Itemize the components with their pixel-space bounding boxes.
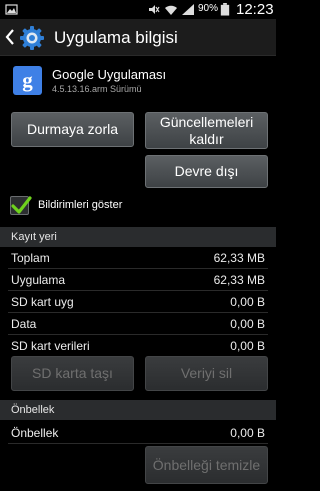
row-value: 0,00 B (230, 317, 265, 331)
battery-percent: 90% (198, 3, 219, 14)
checkmark-icon (11, 196, 32, 214)
google-app-icon: g (13, 66, 42, 95)
silent-mode-icon (149, 5, 160, 14)
action-bar: Uygulama bilgisi (0, 19, 276, 56)
divider (8, 443, 268, 444)
force-stop-button[interactable]: Durmaya zorla (11, 112, 134, 147)
row-value: 0,00 B (230, 295, 265, 309)
storage-row-sd-app: SD kart uyg 0,00 B (0, 294, 276, 310)
row-label: Toplam (11, 251, 50, 265)
disable-button[interactable]: Devre dışı (145, 155, 268, 188)
row-value: 0,00 B (230, 426, 265, 440)
divider (8, 268, 268, 269)
row-label: SD kart uyg (11, 295, 74, 309)
row-label: SD kart verileri (11, 339, 90, 353)
app-icon-letter: g (22, 68, 33, 92)
storage-row-data: Data 0,00 B (0, 316, 276, 332)
storage-section-title: Kayıt yeri (11, 231, 57, 243)
row-label: Data (11, 317, 37, 331)
chevron-left-icon[interactable] (5, 29, 15, 45)
row-label: Önbellek (11, 426, 59, 440)
show-notifications-label[interactable]: Bildirimleri göster (38, 199, 122, 211)
divider (8, 312, 268, 313)
clear-cache-button[interactable]: Önbelleği temizle (145, 446, 268, 484)
clock: 12:23 (236, 1, 274, 18)
battery-icon (220, 3, 230, 16)
wifi-icon (165, 5, 177, 15)
clear-data-button[interactable]: Veriyi sil (145, 356, 268, 391)
status-bar: 90% 12:23 (0, 0, 276, 19)
row-value: 62,33 MB (213, 273, 265, 287)
row-label: Uygulama (11, 273, 66, 287)
app-name: Google Uygulaması (52, 67, 167, 82)
storage-section-header: Kayıt yeri (0, 227, 276, 247)
storage-row-app: Uygulama 62,33 MB (0, 272, 276, 288)
cache-section-title: Önbellek (11, 404, 55, 416)
divider (8, 334, 268, 335)
app-version: 4.5.13.16.arm Sürümü (52, 84, 142, 94)
signal-icon (182, 4, 194, 15)
row-value: 62,33 MB (213, 251, 265, 265)
gear-icon[interactable] (18, 24, 46, 52)
gallery-icon (5, 4, 18, 15)
page-title: Uygulama bilgisi (54, 28, 178, 47)
move-to-sd-button[interactable]: SD karta taşı (11, 356, 134, 391)
show-notifications-checkbox[interactable] (10, 196, 32, 215)
cache-section-header: Önbellek (0, 400, 276, 420)
uninstall-updates-button[interactable]: Güncellemeleri kaldır (145, 112, 268, 149)
cache-row: Önbellek 0,00 B (0, 425, 276, 441)
divider (8, 290, 268, 291)
storage-row-sd-data: SD kart verileri 0,00 B (0, 338, 276, 354)
row-value: 0,00 B (230, 339, 265, 353)
storage-row-total: Toplam 62,33 MB (0, 250, 276, 266)
